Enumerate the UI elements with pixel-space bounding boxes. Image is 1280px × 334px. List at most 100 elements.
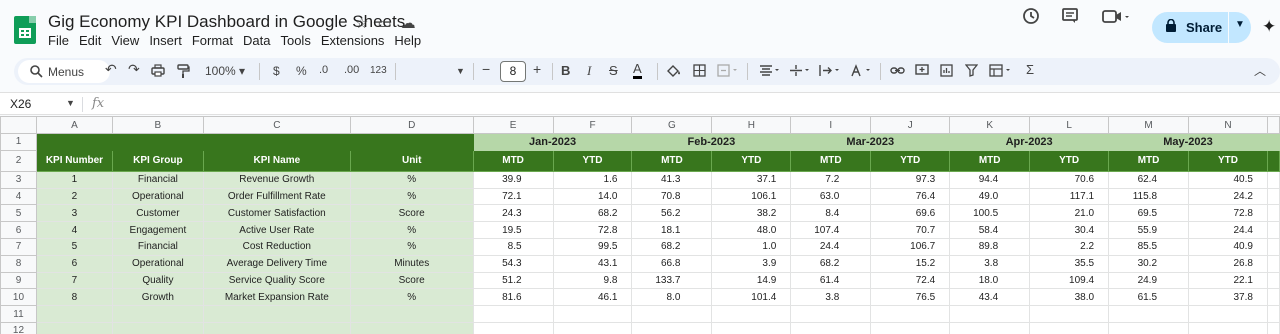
ytd-value-cell[interactable]: 48.0: [711, 221, 792, 239]
ytd-value-cell[interactable]: 106.7: [870, 237, 951, 256]
ytd-value-cell[interactable]: 99.5: [552, 237, 633, 256]
mtd-value-cell[interactable]: 68.2: [790, 254, 872, 273]
mtd-value-cell[interactable]: 19.5: [472, 221, 554, 239]
unit-cell[interactable]: Score: [349, 204, 474, 223]
unit-cell[interactable]: Minutes: [349, 254, 474, 273]
font-family-dropdown-icon[interactable]: ▼: [456, 66, 465, 76]
mtd-value-cell[interactable]: 68.2: [631, 237, 713, 256]
ytd-value-cell[interactable]: 24.4: [1188, 221, 1268, 239]
functions-icon[interactable]: Σ: [1026, 62, 1034, 77]
collapse-toolbar-icon[interactable]: ︿: [1254, 62, 1266, 79]
mtd-value-cell[interactable]: 61.5: [1108, 288, 1190, 307]
header-kpi-group[interactable]: KPI Group: [111, 149, 204, 172]
name-box[interactable]: X26: [10, 97, 31, 111]
header-ytd[interactable]: YTD: [870, 149, 951, 172]
header-ytd[interactable]: YTD: [552, 149, 633, 172]
ytd-value-cell[interactable]: 46.1: [552, 288, 633, 307]
document-title[interactable]: Gig Economy KPI Dashboard in Google Shee…: [48, 12, 405, 32]
ytd-value-cell[interactable]: 14.9: [711, 271, 792, 290]
ytd-value-cell[interactable]: 40.9: [1188, 237, 1268, 256]
row-number[interactable]: 12: [0, 321, 37, 334]
star-icon[interactable]: ☆: [355, 15, 377, 32]
fill-color-icon[interactable]: [666, 64, 680, 81]
mtd-value-cell[interactable]: 7.2: [790, 170, 872, 189]
kpi-number-cell[interactable]: 7: [35, 271, 113, 290]
unit-cell[interactable]: %: [349, 288, 474, 307]
text-rotation-icon[interactable]: [850, 64, 872, 80]
kpi-group-cell[interactable]: Customer: [111, 204, 204, 223]
mtd-value-cell[interactable]: 94.4: [949, 170, 1031, 189]
col-header-h[interactable]: H: [711, 116, 792, 134]
ytd-value-cell[interactable]: 3.9: [711, 254, 792, 273]
kpi-name-cell[interactable]: Active User Rate: [202, 221, 351, 239]
mtd-value-cell[interactable]: 3.8: [790, 288, 872, 307]
mtd-value-cell[interactable]: 55.9: [1108, 221, 1190, 239]
mtd-value-cell[interactable]: 18.0: [949, 271, 1031, 290]
row-number[interactable]: 8: [0, 254, 37, 273]
header-ytd[interactable]: YTD: [711, 149, 792, 172]
month-header[interactable]: May-2023: [1108, 133, 1268, 151]
percent-button[interactable]: %: [296, 64, 307, 78]
ytd-value-cell[interactable]: 106.1: [711, 187, 792, 206]
mtd-value-cell[interactable]: 81.6: [472, 288, 554, 307]
mtd-value-cell[interactable]: 66.8: [631, 254, 713, 273]
menu-file[interactable]: File: [48, 33, 69, 48]
mtd-value-cell[interactable]: 18.1: [631, 221, 713, 239]
unit-cell[interactable]: %: [349, 221, 474, 239]
row-number[interactable]: 11: [0, 305, 37, 323]
menu-help[interactable]: Help: [394, 33, 421, 48]
mtd-value-cell[interactable]: 24.9: [1108, 271, 1190, 290]
header-kpi-number[interactable]: KPI Number: [35, 149, 113, 172]
kpi-number-cell[interactable]: 2: [35, 187, 113, 206]
mtd-value-cell[interactable]: 89.8: [949, 237, 1031, 256]
unit-cell[interactable]: %: [349, 237, 474, 256]
month-header[interactable]: Jan-2023: [472, 133, 633, 151]
kpi-group-cell[interactable]: Operational: [111, 254, 204, 273]
kpi-name-cell[interactable]: Cost Reduction: [202, 237, 351, 256]
header-mtd[interactable]: MTD: [949, 149, 1031, 172]
mtd-value-cell[interactable]: 8.4: [790, 204, 872, 223]
ytd-value-cell[interactable]: 117.1: [1029, 187, 1110, 206]
ytd-value-cell[interactable]: 35.5: [1029, 254, 1110, 273]
ytd-value-cell[interactable]: 1.0: [711, 237, 792, 256]
ytd-value-cell[interactable]: 70.7: [870, 221, 951, 239]
header-mtd[interactable]: MTD: [1108, 149, 1190, 172]
search-menus-button[interactable]: Menus: [18, 60, 110, 83]
bold-icon[interactable]: B: [561, 63, 570, 78]
horizontal-align-icon[interactable]: [759, 64, 781, 80]
kpi-number-cell[interactable]: 1: [35, 170, 113, 189]
unit-cell[interactable]: Score: [349, 271, 474, 290]
select-all-corner[interactable]: [0, 116, 37, 134]
mtd-value-cell[interactable]: 8.0: [631, 288, 713, 307]
ytd-value-cell[interactable]: 37.1: [711, 170, 792, 189]
row-number[interactable]: 1: [0, 133, 37, 151]
month-header[interactable]: Apr-2023: [949, 133, 1110, 151]
spreadsheet-grid[interactable]: A B C D E F G H I J K L M N 1 Jan-2023 F…: [0, 116, 1280, 334]
ytd-value-cell[interactable]: 72.8: [1188, 204, 1268, 223]
mtd-value-cell[interactable]: 51.2: [472, 271, 554, 290]
decrease-font-size-icon[interactable]: −: [482, 61, 490, 77]
ytd-value-cell[interactable]: 21.0: [1029, 204, 1110, 223]
ytd-value-cell[interactable]: 72.8: [552, 221, 633, 239]
filter-icon[interactable]: [964, 64, 979, 80]
menu-extensions[interactable]: Extensions: [321, 33, 385, 48]
kpi-name-cell[interactable]: Service Quality Score: [202, 271, 351, 290]
header-mtd[interactable]: MTD: [631, 149, 713, 172]
row-number[interactable]: 4: [0, 187, 37, 206]
mtd-value-cell[interactable]: 39.9: [472, 170, 554, 189]
increase-font-size-icon[interactable]: +: [533, 61, 541, 77]
kpi-group-cell[interactable]: Quality: [111, 271, 204, 290]
col-header-a[interactable]: A: [35, 116, 113, 134]
merge-cells-icon[interactable]: [717, 64, 739, 80]
month-header[interactable]: Mar-2023: [790, 133, 951, 151]
kpi-group-cell[interactable]: Financial: [111, 237, 204, 256]
ytd-value-cell[interactable]: 14.0: [552, 187, 633, 206]
mtd-value-cell[interactable]: 63.0: [790, 187, 872, 206]
version-history-icon[interactable]: [1021, 6, 1041, 31]
ytd-value-cell[interactable]: 1.6: [552, 170, 633, 189]
ytd-value-cell[interactable]: 97.3: [870, 170, 951, 189]
col-header-n[interactable]: N: [1188, 116, 1268, 134]
decrease-decimal-button[interactable]: .0: [319, 64, 328, 76]
header-ytd[interactable]: YTD: [1188, 149, 1268, 172]
unit-cell[interactable]: %: [349, 170, 474, 189]
